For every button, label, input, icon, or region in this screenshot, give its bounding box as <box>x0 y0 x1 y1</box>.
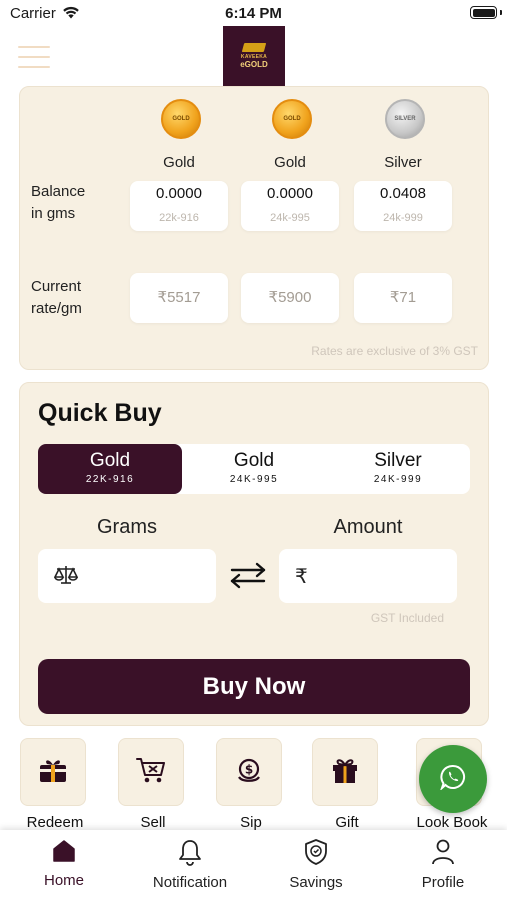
option-purity: 24K-995 <box>229 474 279 485</box>
rate-silver: ₹71 <box>354 273 452 323</box>
amount-field[interactable]: ₹ <box>279 549 457 603</box>
balance-value: 0.0000 <box>267 185 313 202</box>
option-silver[interactable]: Silver 24K-999 <box>326 444 470 494</box>
balance-gold-24k: 0.0000 24k-995 <box>241 181 339 231</box>
rate-label-line2: rate/gm <box>31 300 82 317</box>
redeem-label: Redeem <box>26 814 84 831</box>
buy-now-button[interactable]: Buy Now <box>38 659 470 714</box>
rupee-icon: ₹ <box>295 566 308 588</box>
option-gold-24k[interactable]: Gold 24K-995 <box>182 444 326 494</box>
option-purity: 22K-916 <box>85 474 135 485</box>
metal-label-gold-22k: Gold <box>163 154 195 171</box>
gst-note: Rates are exclusive of 3% GST <box>311 344 478 358</box>
option-purity: 24K-999 <box>373 474 423 485</box>
balance-label-line1: Balance <box>31 183 86 200</box>
rate-gold-22k: ₹5517 <box>130 273 228 323</box>
balance-card: GOLD GOLD SILVER Gold Gold Silver Balanc… <box>19 86 489 370</box>
amount-input[interactable] <box>325 561 445 591</box>
home-icon <box>51 840 77 868</box>
nav-label: Savings <box>289 874 343 891</box>
coin-text: GOLD <box>283 116 301 122</box>
rate-value: ₹5517 <box>157 289 201 306</box>
brand-logo: KAVEEKA eGOLD <box>223 26 285 86</box>
option-name: Gold <box>233 450 275 471</box>
whatsapp-icon <box>439 764 466 795</box>
nav-home[interactable]: Home <box>4 838 124 889</box>
swap-icon[interactable] <box>229 561 267 594</box>
grams-field[interactable] <box>38 549 216 603</box>
gst-included-note: GST Included <box>370 611 444 625</box>
balance-silver: 0.0408 24k-999 <box>354 181 452 231</box>
rate-label-line1: Current <box>31 278 82 295</box>
sip-label: Sip <box>240 814 262 831</box>
balance-gold-22k: 0.0000 22k-916 <box>130 181 228 231</box>
purity-label: 24k-995 <box>270 212 310 224</box>
sell-label: Sell <box>140 814 166 831</box>
scale-icon <box>53 564 79 592</box>
balance-value: 0.0408 <box>380 185 426 202</box>
logo-text-bottom: eGOLD <box>240 60 268 69</box>
nav-label: Profile <box>421 874 465 891</box>
look-book-label: Look Book <box>416 814 488 831</box>
sell-cart-icon <box>136 755 166 790</box>
quick-buy-card: Quick Buy Gold 22K-916 Gold 24K-995 Silv… <box>19 382 489 726</box>
purity-label: 24k-999 <box>383 212 423 224</box>
nav-label: Notification <box>152 874 228 891</box>
rate-row-label: Current rate/gm <box>31 276 82 320</box>
person-icon <box>430 839 456 870</box>
rate-gold-24k: ₹5900 <box>241 273 339 323</box>
rate-value: ₹71 <box>389 289 417 306</box>
balance-label-line2: in gms <box>31 205 76 222</box>
gift-icon <box>330 755 360 790</box>
battery-icon <box>470 6 497 19</box>
nav-savings[interactable]: Savings <box>256 838 376 891</box>
option-gold-22k[interactable]: Gold 22K-916 <box>38 444 182 494</box>
purity-label: 22k-916 <box>159 212 199 224</box>
sell-button[interactable] <box>118 738 184 806</box>
hamburger-menu-icon[interactable] <box>18 46 50 68</box>
grams-input[interactable] <box>84 561 204 591</box>
metal-label-gold-24k: Gold <box>274 154 306 171</box>
coin-text: SILVER <box>394 116 416 122</box>
redeem-icon <box>38 755 68 790</box>
gift-button[interactable] <box>312 738 378 806</box>
clock: 6:14 PM <box>225 5 282 22</box>
status-bar: Carrier 6:14 PM <box>0 0 507 26</box>
grams-label: Grams <box>97 516 157 538</box>
metal-selector: Gold 22K-916 Gold 24K-995 Silver 24K-999 <box>38 444 470 494</box>
balance-value: 0.0000 <box>156 185 202 202</box>
silver-coin-icon: SILVER <box>385 99 425 139</box>
nav-notification[interactable]: Notification <box>130 838 250 891</box>
metal-label-silver: Silver <box>384 154 422 171</box>
option-name: Gold <box>89 450 131 471</box>
battery-tip <box>500 10 502 15</box>
bell-icon <box>177 840 203 870</box>
nav-label: Home <box>43 872 84 889</box>
gold-coin-icon: GOLD <box>272 99 312 139</box>
quick-buy-title: Quick Buy <box>38 399 162 427</box>
gold-bar-icon <box>241 43 267 52</box>
redeem-button[interactable] <box>20 738 86 806</box>
rate-value: ₹5900 <box>268 289 312 306</box>
svg-text:$: $ <box>245 762 253 776</box>
nav-profile[interactable]: Profile <box>383 838 503 891</box>
gold-coin-icon: GOLD <box>161 99 201 139</box>
gift-label: Gift <box>335 814 359 831</box>
coin-text: GOLD <box>172 116 190 122</box>
whatsapp-chat-button[interactable] <box>419 745 487 813</box>
shield-icon <box>303 839 329 870</box>
option-name: Silver <box>374 450 422 471</box>
balance-row-label: Balance in gms <box>31 181 85 225</box>
bottom-navigation: Home Notification Savings Profile <box>0 830 507 900</box>
sip-coin-icon: $ <box>234 755 264 790</box>
sip-button[interactable]: $ <box>216 738 282 806</box>
amount-label: Amount <box>333 516 403 538</box>
